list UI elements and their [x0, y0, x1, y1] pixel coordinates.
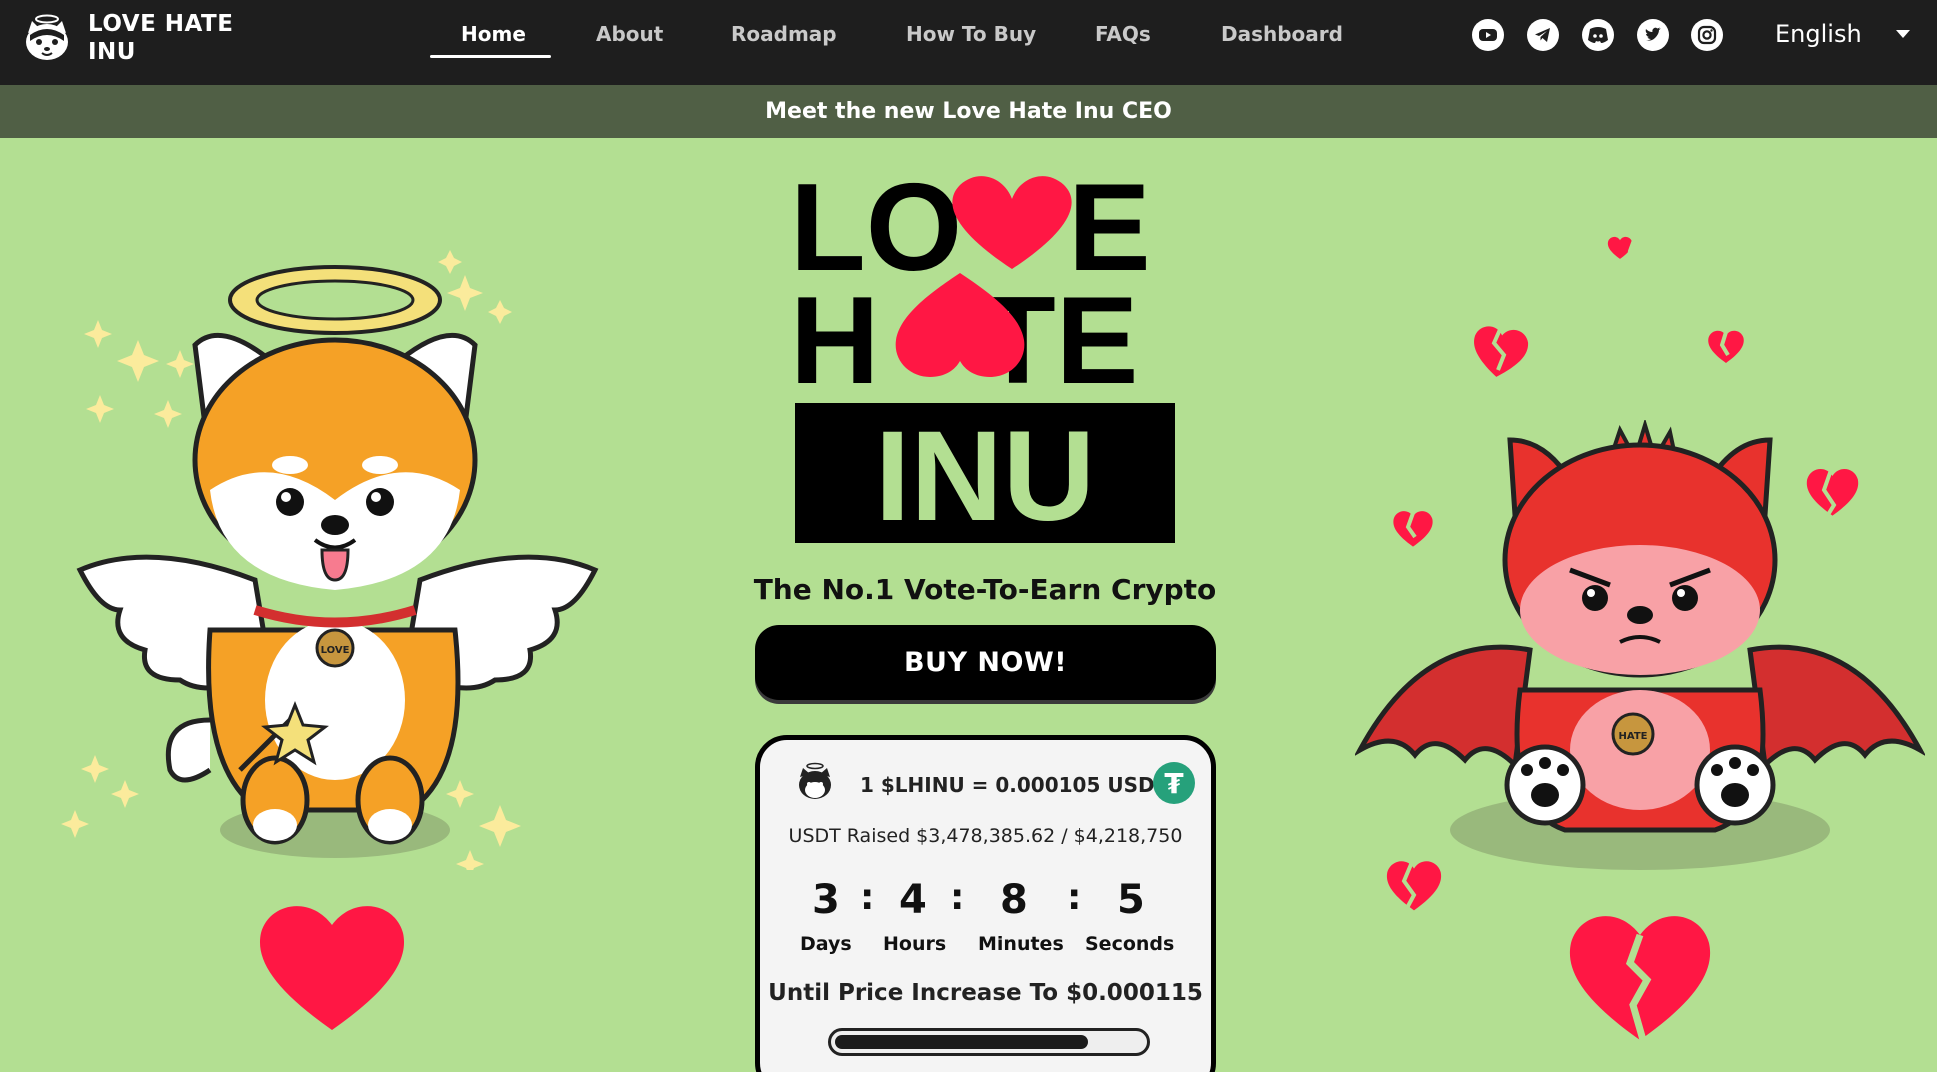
nav-roadmap[interactable]: Roadmap	[731, 22, 837, 46]
countdown-seconds-value: 5	[1117, 877, 1145, 923]
token-rate: 1 $LHINU = 0.000105 USDT	[860, 773, 1169, 797]
presale-progress-bar	[828, 1028, 1150, 1056]
brand-logo-icon	[26, 14, 68, 60]
presale-progress-fill	[835, 1035, 1088, 1049]
presale-card: 1 $LHINU = 0.000105 USDT ₮ USDT Raised $…	[755, 735, 1216, 1072]
angel-shiba-mascot: LOVE	[61, 250, 599, 870]
nav-home[interactable]: Home	[461, 22, 526, 46]
tagline: The No.1 Vote-To-Earn Crypto	[753, 573, 1217, 606]
language-label: English	[1775, 20, 1862, 48]
navbar: LOVE HATE INU Home About Roadmap How To …	[0, 0, 1937, 85]
price-increase-text: Until Price Increase To $0.000115	[768, 980, 1203, 1006]
countdown-hours-value: 4	[899, 877, 927, 923]
nav-about[interactable]: About	[596, 22, 663, 46]
instagram-icon[interactable]	[1691, 19, 1723, 51]
broken-hearts-decoration	[1386, 236, 1859, 911]
brand[interactable]: LOVE HATE INU	[20, 10, 248, 66]
countdown-hours-label: Hours	[883, 933, 947, 955]
nav-how-to-buy[interactable]: How To Buy	[906, 22, 1036, 46]
telegram-icon[interactable]	[1527, 19, 1559, 51]
countdown-minutes-value: 8	[1000, 877, 1028, 923]
active-nav-underline	[430, 55, 551, 58]
nav-dashboard[interactable]: Dashboard	[1221, 22, 1343, 46]
twitter-icon[interactable]	[1637, 19, 1669, 51]
chevron-down-icon	[1895, 30, 1910, 38]
countdown-minutes-label: Minutes	[978, 933, 1064, 955]
countdown-days-label: Days	[800, 933, 852, 955]
brand-name: LOVE HATE INU	[88, 11, 234, 65]
heart-icon	[259, 906, 405, 1030]
announcement-banner[interactable]: Meet the new Love Hate Inu CEO	[0, 85, 1937, 138]
usdt-raised: USDT Raised $3,478,385.62 / $4,218,750	[788, 825, 1183, 847]
language-select[interactable]: English	[1775, 20, 1910, 48]
logo-letters-inu: INU	[875, 405, 1095, 545]
countdown-days-value: 3	[812, 877, 840, 923]
buy-now-button[interactable]: BUY NOW!	[755, 625, 1216, 700]
mascot-icon	[799, 762, 831, 799]
logo-letters-hate: H	[790, 272, 880, 410]
countdown-separator: :	[950, 877, 965, 918]
countdown-seconds-label: Seconds	[1085, 933, 1175, 955]
nav-faqs[interactable]: FAQs	[1095, 22, 1151, 46]
svg-text:LOVE: LOVE	[321, 645, 350, 656]
broken-heart-icon	[1569, 916, 1711, 1041]
countdown-separator: :	[860, 877, 875, 918]
discord-icon[interactable]	[1582, 19, 1614, 51]
youtube-icon[interactable]	[1472, 19, 1504, 51]
tether-icon: ₮	[1153, 762, 1195, 804]
countdown-separator: :	[1067, 877, 1082, 918]
heart-icon	[952, 176, 1072, 269]
love-hate-inu-logo: LO E H TE INU	[790, 165, 1175, 545]
